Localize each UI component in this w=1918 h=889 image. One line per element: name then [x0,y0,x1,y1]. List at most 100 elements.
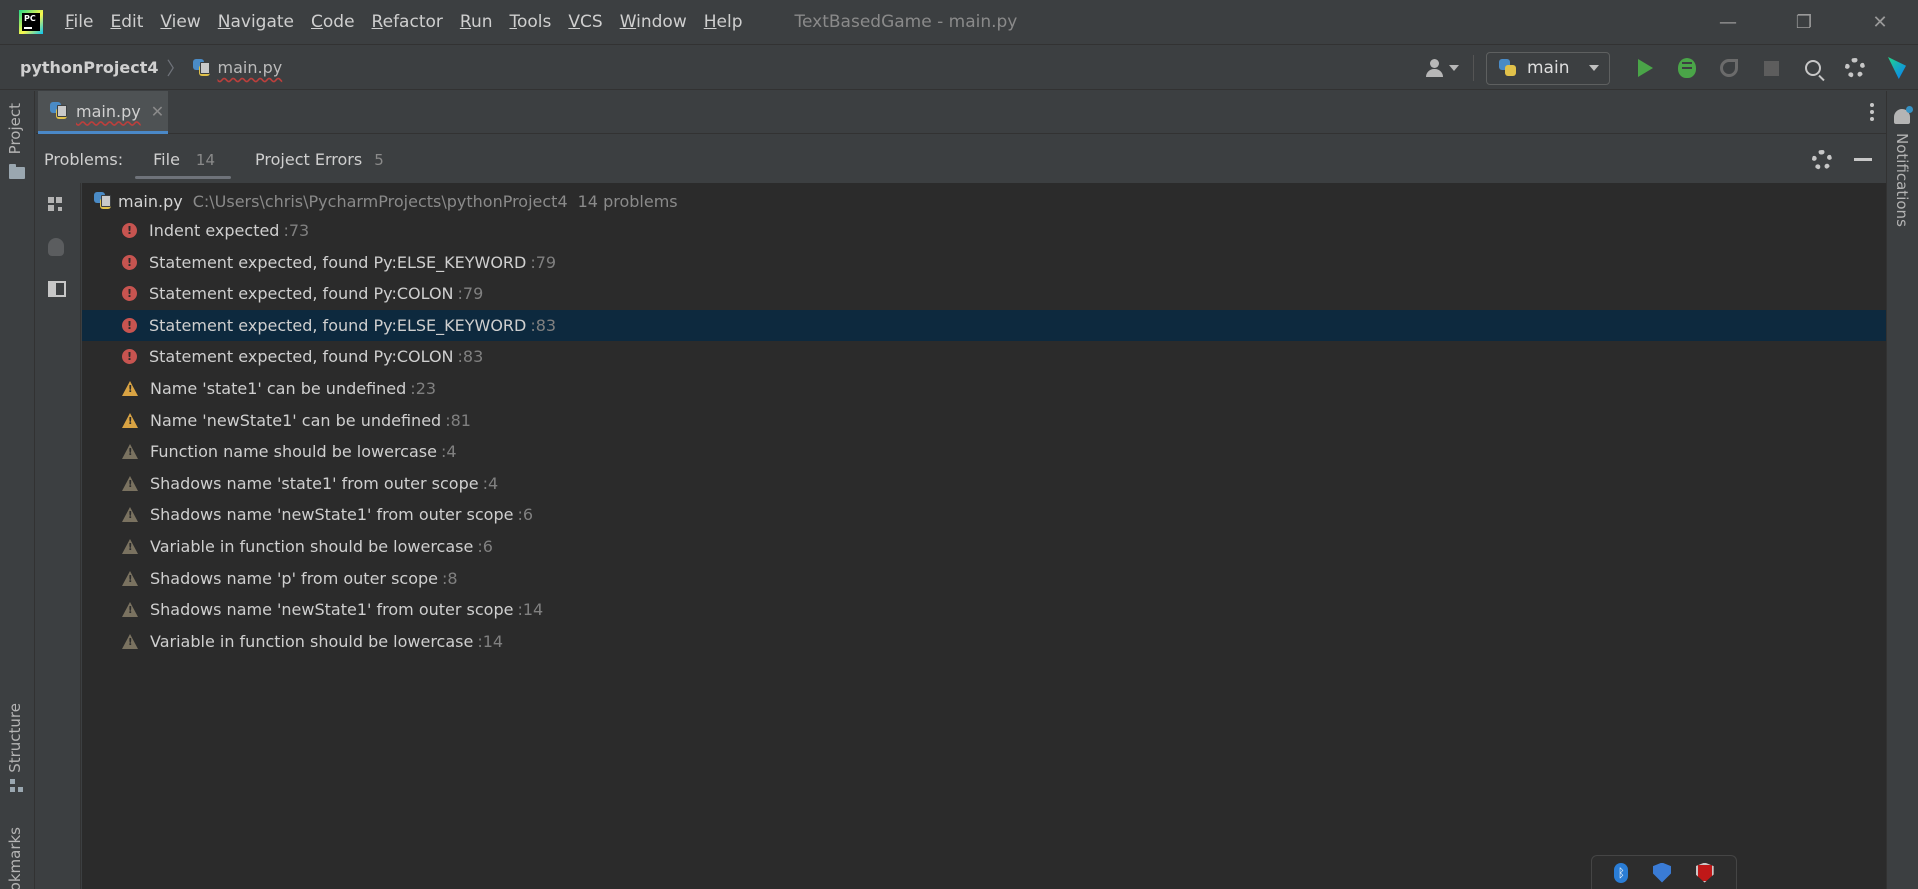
problem-line-number: :23 [410,379,437,398]
structure-tool-tab[interactable]: Structure [6,703,24,773]
restore-button[interactable]: ❐ [1766,0,1842,45]
search-icon [1805,60,1821,76]
left-tool-stripe: Project Structure Bookmarks [0,91,35,889]
problem-row[interactable]: Variable in function should be lowercase… [82,531,1886,562]
tab-project-errors-label: Project Errors [255,150,363,169]
mcafee-icon[interactable] [1695,862,1714,883]
problem-row[interactable]: ! Indent expected:73 [82,215,1886,246]
menu-item-vcs[interactable]: VCS [568,12,602,32]
toolbar-right: main [1426,46,1918,90]
close-button[interactable]: ✕ [1842,0,1918,45]
problem-row[interactable]: ! Statement expected, found Py:COLON:79 [82,278,1886,309]
menu-items: File Edit View Navigate Code Refactor Run Tools… [65,12,760,32]
gear-icon[interactable] [1812,149,1832,170]
menu-item-tools[interactable]: Tools [510,12,552,32]
tab-file-count: 14 [195,150,216,169]
close-tab-icon[interactable]: ✕ [151,102,164,121]
user-menu-button[interactable] [1426,59,1459,77]
problems-title: Problems: [44,150,124,169]
problem-message: Statement expected, found Py:ELSE_KEYWOR… [149,252,527,272]
menu-item-run[interactable]: Run [460,12,493,32]
search-everywhere-button[interactable] [1792,46,1834,90]
problem-row[interactable]: Shadows name 'newState1' from outer scop… [82,594,1886,625]
menu-item-code[interactable]: Code [311,12,355,32]
weak-warning-icon [122,444,138,460]
tree-file-node[interactable]: main.py C:\Users\chris\PycharmProjects\p… [94,187,678,215]
more-options-icon[interactable] [1870,103,1874,121]
error-icon: ! [122,286,137,302]
menu-item-file[interactable]: File [65,12,93,32]
problem-row[interactable]: Shadows name 'newState1' from outer scop… [82,499,1886,530]
breadcrumb-separator: 〉 [166,58,185,80]
problem-message: Statement expected, found Py:COLON [149,284,454,304]
problem-row[interactable]: ! Statement expected, found Py:COLON:83 [82,341,1886,372]
shield-icon[interactable] [1652,862,1671,883]
problem-line-number: :81 [445,410,471,430]
python-file-icon [1499,59,1517,77]
problem-message: Function name should be lowercase [150,442,437,462]
file-node-path: C:\Users\chris\PycharmProjects\pythonPro… [192,191,568,211]
editor-tab-main-py[interactable]: main.py ✕ [38,91,168,134]
tab-file[interactable]: File 14 [135,136,231,183]
menu-item-edit[interactable]: Edit [110,12,143,32]
problem-row[interactable]: Name 'newState1' can be undefined:81 [82,405,1886,436]
menu-item-help[interactable]: Help [704,12,743,32]
debug-button[interactable] [1666,46,1708,90]
menu-item-window[interactable]: Window [620,12,687,32]
weak-warning-icon [122,539,138,554]
problem-line-number: :6 [517,505,534,525]
problem-row[interactable]: Variable in function should be lowercase… [82,626,1886,657]
coverage-button[interactable] [1708,46,1750,90]
menu-item-refactor[interactable]: Refactor [372,12,443,32]
problem-row[interactable]: Shadows name 'p' from outer scope:8 [82,563,1886,594]
lightbulb-icon[interactable] [48,238,64,256]
menu-item-view[interactable]: View [160,12,200,32]
error-icon: ! [122,317,137,333]
problems-toolbar [36,183,81,889]
group-by-icon[interactable] [48,197,66,215]
folder-icon[interactable] [9,164,25,179]
problem-row[interactable]: Shadows name 'state1' from outer scope:4 [82,468,1886,499]
breadcrumb-project[interactable]: pythonProject4 [20,58,159,77]
problem-row[interactable]: Function name should be lowercase:4 [82,436,1886,467]
notifications-tool-tab[interactable]: Notifications [1893,133,1911,227]
bluetooth-icon[interactable]: ᛒ [1614,862,1629,883]
preview-icon[interactable] [48,281,66,297]
problems-header-actions [1812,136,1886,183]
menu-item-navigate[interactable]: Navigate [218,12,294,32]
pycharm-logo-icon[interactable]: PC [19,10,43,34]
problem-message: Shadows name 'newState1' from outer scop… [150,505,514,525]
bookmarks-tool-tab[interactable]: Bookmarks [6,827,24,889]
problem-message: Statement expected, found Py:ELSE_KEYWOR… [149,315,527,335]
problem-message: Variable in function should be lowercase [150,631,474,651]
weak-warning-icon [122,570,138,586]
weak-warning-icon [122,507,138,523]
project-tool-tab[interactable]: Project [6,103,24,154]
stop-button[interactable] [1750,46,1792,90]
gear-icon [1845,58,1865,78]
run-configuration-select[interactable]: main [1486,51,1610,85]
problem-row[interactable]: ! Statement expected, found Py:ELSE_KEYWO… [82,309,1886,341]
bell-icon[interactable] [1894,106,1913,124]
problem-line-number: :83 [530,315,557,335]
menu-bar: PC File Edit View Navigate Code Refactor Run To… [0,0,1918,45]
problem-row[interactable]: ! Statement expected, found Py:ELSE_KEYWO… [82,247,1886,278]
problem-message: Statement expected, found Py:COLON [149,347,454,367]
structure-icon[interactable] [10,779,24,793]
problem-message: Shadows name 'p' from outer scope [150,568,439,588]
toolbar-divider [1473,55,1474,81]
breadcrumb-file[interactable]: main.py [218,58,283,77]
editor-tab-strip: main.py ✕ [36,91,1886,134]
settings-button[interactable] [1834,46,1876,90]
problem-line-number: :79 [530,252,557,272]
tab-project-errors[interactable]: Project Errors 5 [255,136,384,183]
problems-tree: main.py C:\Users\chris\PycharmProjects\p… [82,183,1886,889]
problems-panel-header: Problems: File 14 Project Errors 5 [36,136,1886,183]
error-icon: ! [122,349,137,365]
problem-message: Shadows name 'state1' from outer scope [150,473,479,493]
hide-panel-icon[interactable] [1854,158,1872,161]
minimize-button[interactable]: — [1690,0,1766,45]
code-with-me-button[interactable] [1876,46,1918,90]
problem-row[interactable]: Name 'state1' can be undefined:23 [82,373,1886,404]
run-button[interactable] [1624,46,1666,90]
